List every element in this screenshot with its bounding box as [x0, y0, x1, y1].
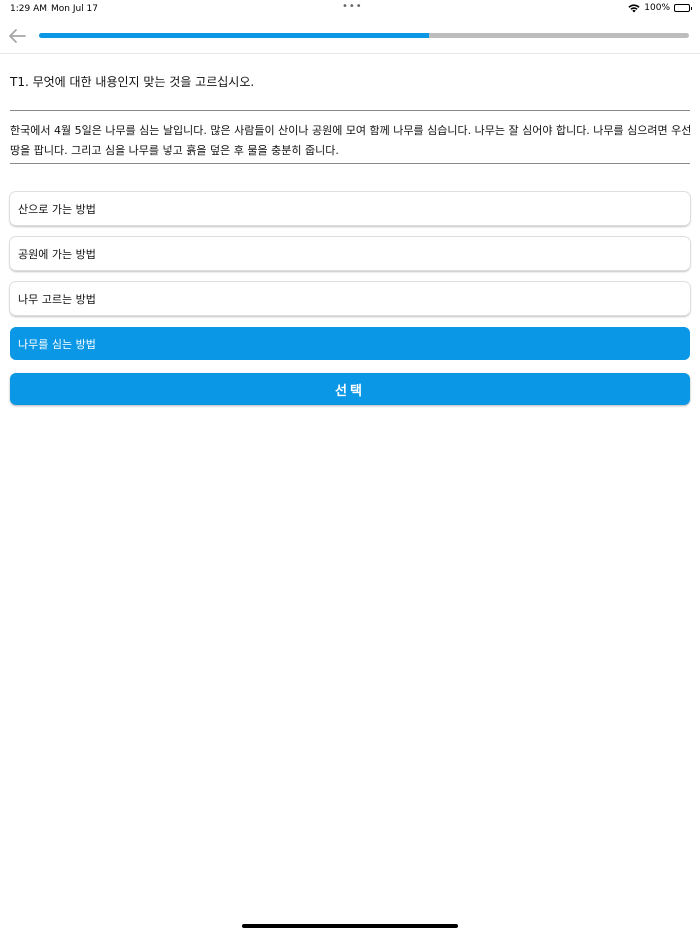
wifi-icon [628, 3, 640, 12]
submit-button[interactable]: 선택 [10, 373, 690, 405]
reading-passage: 한국에서 4월 5일은 나무를 심는 날입니다. 많은 사람들이 산이나 공원에… [10, 124, 692, 157]
option-label: 공원에 가는 방법 [18, 247, 96, 261]
home-indicator[interactable] [242, 924, 458, 928]
option-4[interactable]: 나무를 심는 방법 [10, 327, 690, 360]
battery-percent: 100% [644, 3, 670, 13]
option-label: 나무 고르는 방법 [18, 292, 96, 306]
divider-top [10, 110, 690, 111]
status-right: 100% [628, 3, 692, 13]
status-date: Mon Jul 17 [51, 4, 99, 14]
question-prompt: T1. 무엇에 대한 내용인지 맞는 것을 고르십시오. [10, 75, 255, 89]
back-button[interactable] [6, 26, 28, 46]
option-label: 산으로 가는 방법 [18, 202, 96, 216]
status-bar: 1:29 AM Mon Jul 17 ••• 100% [0, 0, 700, 18]
multitasking-dots-icon[interactable]: ••• [342, 1, 363, 12]
status-time: 1:29 AM [10, 4, 47, 14]
option-1[interactable]: 산으로 가는 방법 [10, 192, 690, 225]
top-nav [0, 20, 700, 54]
divider-bottom [10, 163, 690, 164]
option-3[interactable]: 나무 고르는 방법 [10, 282, 690, 315]
option-label: 나무를 심는 방법 [18, 337, 96, 351]
option-2[interactable]: 공원에 가는 방법 [10, 237, 690, 270]
progress-fill [39, 33, 429, 38]
back-arrow-icon [9, 29, 26, 43]
battery-icon [674, 4, 692, 12]
progress-bar [39, 33, 689, 38]
